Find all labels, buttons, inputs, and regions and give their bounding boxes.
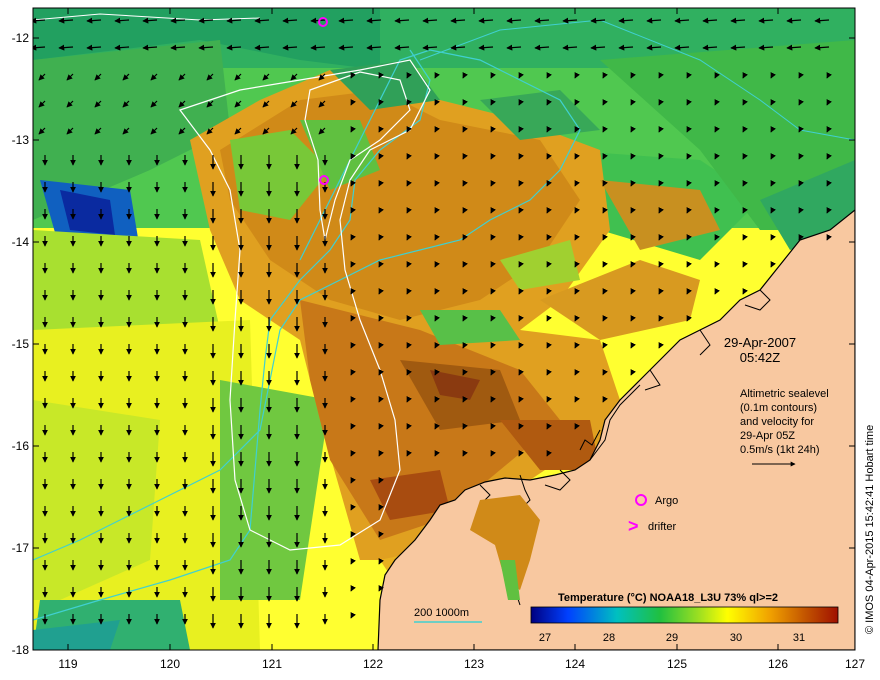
colorbar-tick: 31: [793, 632, 805, 644]
drifter-legend-icon: >: [628, 516, 639, 536]
x-tick-label: 127: [845, 657, 865, 671]
colorbar-title: Temperature (°C) NOAA18_L3U 73% ql>=2: [558, 592, 778, 604]
colorbar-tick: 30: [730, 632, 742, 644]
colorbar-tick: 29: [666, 632, 678, 644]
colorbar-tick: 27: [539, 632, 551, 644]
colorbar: [530, 606, 839, 624]
argo-legend-label: Argo: [655, 495, 678, 507]
map-date: 29-Apr-2007: [724, 335, 796, 350]
x-tick-label: 124: [565, 657, 585, 671]
y-tick-label: -15: [12, 337, 30, 351]
y-tick-label: -16: [12, 439, 30, 453]
y-tick-label: -17: [12, 541, 30, 555]
drifter-legend-label: drifter: [648, 521, 676, 533]
y-tick-label: -14: [12, 235, 30, 249]
sst-field: 29-Apr-2007 05:42Z Altimetric sealevel (…: [33, 8, 855, 650]
credit-text: © IMOS 04-Apr-2015 15:42:41 Hobart time: [864, 425, 876, 634]
y-tick-label: -13: [12, 133, 30, 147]
map-time: 05:42Z: [740, 350, 781, 365]
colorbar-tick: 28: [603, 632, 615, 644]
x-tick-label: 122: [363, 657, 383, 671]
annotation-line-1: Altimetric sealevel: [740, 388, 829, 400]
isobath-legend-label: 200 1000m: [414, 607, 469, 619]
y-tick-label: -12: [12, 31, 30, 45]
x-tick-label: 123: [464, 657, 484, 671]
x-tick-label: 119: [58, 657, 77, 671]
annotation-line-2: (0.1m contours): [740, 402, 817, 414]
x-tick-label: 126: [768, 657, 788, 671]
annotation-line-5: 0.5m/s (1kt 24h): [740, 444, 819, 456]
x-tick-label: 120: [160, 657, 180, 671]
annotation-line-3: and velocity for: [740, 416, 814, 428]
annotation-line-4: 29-Apr 05Z: [740, 430, 795, 442]
x-tick-label: 121: [262, 657, 282, 671]
map-canvas: 29-Apr-2007 05:42Z Altimetric sealevel (…: [12, 7, 876, 671]
x-tick-label: 125: [667, 657, 687, 671]
sst-map-figure: 29-Apr-2007 05:42Z Altimetric sealevel (…: [0, 0, 880, 680]
y-tick-label: -18: [12, 643, 30, 657]
